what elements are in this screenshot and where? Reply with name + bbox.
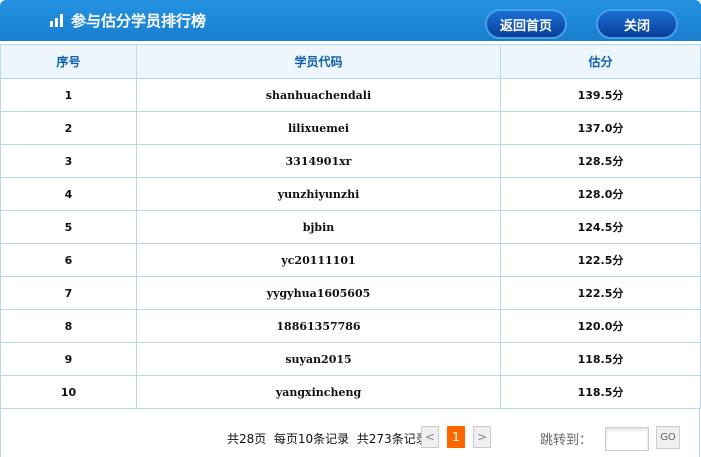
cell-rank: 2 [0, 111, 137, 145]
cell-code: bjbin [136, 210, 501, 244]
cell-score: 139.5分 [500, 78, 701, 112]
cell-code: yygyhua1605605 [136, 276, 501, 310]
cell-code: 18861357786 [136, 309, 501, 343]
cell-code: shanhuachendali [136, 78, 501, 112]
table-header-row: 序号 学员代码 估分 [0, 44, 701, 79]
table-row: 3 3314901xr 128.5分 [0, 144, 701, 178]
pagination-bar: 共28页 每页10条记录 共273条记录 < 1 > 跳转到： GO [0, 408, 700, 457]
header-bar: 参与估分学员排行榜 返回首页 关闭 [0, 0, 701, 41]
cell-score: 128.5分 [500, 144, 701, 178]
home-button[interactable]: 返回首页 [485, 9, 567, 39]
cell-rank: 5 [0, 210, 137, 244]
cell-rank: 10 [0, 375, 137, 409]
cell-code: yc20111101 [136, 243, 501, 277]
cell-code: suyan2015 [136, 342, 501, 376]
cell-code: yunzhiyunzhi [136, 177, 501, 211]
column-header-code: 学员代码 [136, 44, 501, 79]
cell-rank: 8 [0, 309, 137, 343]
table-row: 7 yygyhua1605605 122.5分 [0, 276, 701, 310]
bar-chart-icon [50, 14, 63, 27]
cell-rank: 7 [0, 276, 137, 310]
prev-page-button[interactable]: < [421, 426, 439, 448]
jump-page-input[interactable] [605, 427, 649, 451]
go-button[interactable]: GO [656, 426, 680, 449]
table-row: 2 lilixuemei 137.0分 [0, 111, 701, 145]
cell-score: 118.5分 [500, 375, 701, 409]
cell-rank: 6 [0, 243, 137, 277]
table-row: 6 yc20111101 122.5分 [0, 243, 701, 277]
cell-code: 3314901xr [136, 144, 501, 178]
cell-rank: 4 [0, 177, 137, 211]
table-row: 9 suyan2015 118.5分 [0, 342, 701, 376]
column-header-rank: 序号 [0, 44, 137, 79]
cell-score: 137.0分 [500, 111, 701, 145]
cell-code: lilixuemei [136, 111, 501, 145]
cell-score: 124.5分 [500, 210, 701, 244]
cell-rank: 1 [0, 78, 137, 112]
cell-score: 122.5分 [500, 243, 701, 277]
page-1-button[interactable]: 1 [447, 426, 465, 448]
cell-score: 118.5分 [500, 342, 701, 376]
pagination-info: 共28页 每页10条记录 共273条记录 [227, 432, 428, 446]
next-page-button[interactable]: > [473, 426, 491, 448]
cell-score: 122.5分 [500, 276, 701, 310]
table-row: 10 yangxincheng 118.5分 [0, 375, 701, 409]
page-title-text: 参与估分学员排行榜 [71, 12, 207, 30]
jump-label: 跳转到： [540, 433, 593, 448]
cell-score: 128.0分 [500, 177, 701, 211]
close-button[interactable]: 关闭 [596, 9, 678, 39]
table-row: 4 yunzhiyunzhi 128.0分 [0, 177, 701, 211]
table-row: 1 shanhuachendali 139.5分 [0, 78, 701, 112]
cell-code: yangxincheng [136, 375, 501, 409]
ranking-table: 序号 学员代码 估分 1 shanhuachendali 139.5分 2 lilixu… [0, 44, 701, 409]
cell-rank: 3 [0, 144, 137, 178]
cell-rank: 9 [0, 342, 137, 376]
page-title: 参与估分学员排行榜 [50, 10, 206, 31]
column-header-score: 估分 [500, 44, 701, 79]
table-row: 5 bjbin 124.5分 [0, 210, 701, 244]
cell-score: 120.0分 [500, 309, 701, 343]
table-row: 8 18861357786 120.0分 [0, 309, 701, 343]
